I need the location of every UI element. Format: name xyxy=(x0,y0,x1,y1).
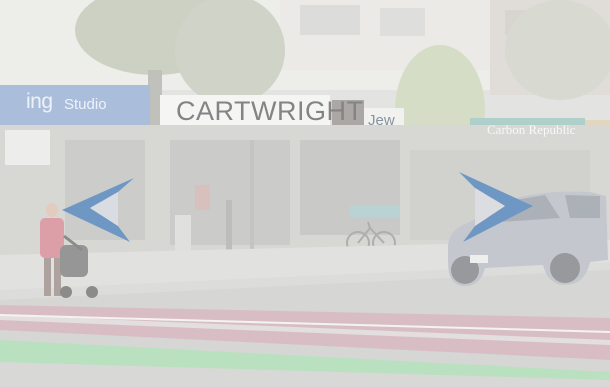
shop-sign-carbon-republic: Carbon Republic xyxy=(487,122,576,137)
street-scene: ing Studio CARTWRIGHT Jew Carbon Republi… xyxy=(0,0,610,387)
shop-sign-cartwright: CARTWRIGHT xyxy=(176,96,364,126)
shop-sign-left-small: Studio xyxy=(64,96,107,113)
shop-sign-left: ing xyxy=(26,90,53,113)
marker-a-right xyxy=(459,172,533,242)
marker-a-left xyxy=(62,178,134,242)
shop-sign-secondary: Jew xyxy=(368,112,395,129)
